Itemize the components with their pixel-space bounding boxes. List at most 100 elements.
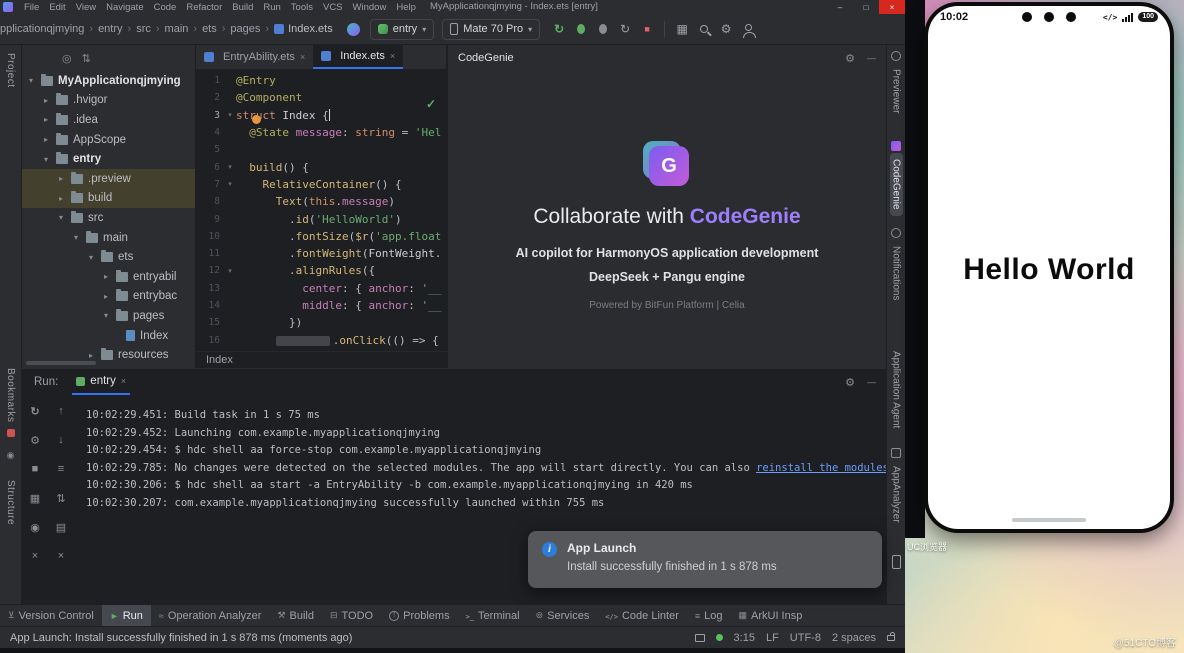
- tool-tab-application-agent[interactable]: Application Agent: [890, 345, 903, 434]
- codegenie-toolbar-icon[interactable]: [347, 23, 360, 36]
- stop-icon[interactable]: [27, 461, 43, 477]
- close-icon[interactable]: [390, 51, 395, 61]
- menu-vcs[interactable]: VCS: [318, 2, 348, 13]
- tree-item-entrybackupability[interactable]: entrybac: [22, 287, 195, 307]
- pin-icon[interactable]: [6, 450, 16, 460]
- run-tab-entry[interactable]: entry: [72, 369, 130, 395]
- search-everywhere-button[interactable]: [693, 19, 715, 39]
- down-arrow-icon[interactable]: [53, 432, 69, 448]
- chevron-right-icon[interactable]: [101, 272, 111, 281]
- inspection-ok-icon[interactable]: [426, 97, 436, 111]
- tool-tab-version-control[interactable]: Version Control: [0, 605, 102, 627]
- chevron-right-icon[interactable]: [41, 115, 51, 124]
- tree-item-hvigor[interactable]: .hvigor: [22, 91, 195, 111]
- tree-item-ets[interactable]: ets: [22, 247, 195, 267]
- print-icon[interactable]: [53, 519, 69, 535]
- line-separator-widget[interactable]: LF: [766, 632, 779, 644]
- maximize-button[interactable]: [853, 0, 879, 14]
- memory-indicator[interactable]: 3:15: [734, 632, 755, 644]
- hide-panel-icon[interactable]: [867, 376, 876, 388]
- edit-configuration-icon[interactable]: [27, 432, 43, 448]
- tree-item-index-file[interactable]: Index: [22, 326, 195, 346]
- tool-tab-code-linter[interactable]: Code Linter: [597, 605, 687, 627]
- minimize-button[interactable]: [827, 0, 853, 14]
- tab-entryability[interactable]: EntryAbility.ets: [196, 45, 313, 69]
- device-manager-icon[interactable]: [671, 19, 693, 39]
- tool-tab-todo[interactable]: TODO: [322, 605, 381, 627]
- tree-item-project-root[interactable]: MyApplicationqjmying: [22, 71, 195, 91]
- tool-tab-project[interactable]: Project: [5, 53, 16, 88]
- chevron-right-icon[interactable]: [41, 135, 51, 144]
- breadcrumb-pages[interactable]: pages: [230, 23, 274, 35]
- tool-tab-operation-analyzer[interactable]: Operation Analyzer: [151, 605, 270, 627]
- lock-icon[interactable]: [887, 635, 895, 641]
- clear-icon[interactable]: [27, 548, 43, 564]
- menu-refactor[interactable]: Refactor: [181, 2, 227, 13]
- tool-tab-problems[interactable]: !Problems: [381, 605, 457, 627]
- bell-icon[interactable]: [891, 228, 901, 238]
- menu-view[interactable]: View: [71, 2, 101, 13]
- tab-index[interactable]: Index.ets: [313, 45, 403, 69]
- chevron-down-icon[interactable]: [26, 76, 36, 85]
- tool-tab-notifications[interactable]: Notifications: [890, 240, 903, 306]
- tool-tab-build[interactable]: Build: [269, 605, 322, 627]
- menu-run[interactable]: Run: [258, 2, 285, 13]
- breadcrumb-file[interactable]: Index.ets: [274, 23, 333, 35]
- reinstall-modules-link[interactable]: reinstall the modules.: [756, 462, 886, 474]
- layout-icon[interactable]: [27, 490, 43, 506]
- attach-debugger-button[interactable]: [592, 19, 614, 39]
- tree-item-entry[interactable]: entry: [22, 149, 195, 169]
- screen-cast-icon[interactable]: [695, 634, 705, 642]
- breakpoint-icon[interactable]: [252, 115, 261, 124]
- run-configuration-select[interactable]: entry: [370, 19, 434, 40]
- chevron-right-icon[interactable]: [56, 194, 66, 203]
- menu-edit[interactable]: Edit: [44, 2, 70, 13]
- breadcrumb-entry[interactable]: entry: [98, 23, 136, 35]
- indent-widget[interactable]: 2 spaces: [832, 632, 876, 644]
- tree-item-build[interactable]: build: [22, 189, 195, 209]
- tree-item-appscope[interactable]: AppScope: [22, 130, 195, 150]
- restart-app-button[interactable]: [614, 19, 636, 39]
- stop-button[interactable]: [636, 19, 658, 39]
- close-button[interactable]: [879, 0, 905, 14]
- chevron-down-icon[interactable]: [56, 213, 66, 222]
- fold-icon[interactable]: [224, 111, 236, 119]
- locate-file-icon[interactable]: [62, 52, 72, 65]
- fold-icon[interactable]: [224, 180, 236, 188]
- fold-icon[interactable]: [224, 267, 236, 275]
- editor-breadcrumb[interactable]: Index: [196, 351, 447, 368]
- rerun-icon[interactable]: [27, 403, 43, 419]
- menu-help[interactable]: Help: [391, 2, 421, 13]
- scroll-to-end-icon[interactable]: [53, 490, 69, 506]
- app-analyzer-icon[interactable]: [891, 448, 901, 458]
- menu-file[interactable]: File: [19, 2, 44, 13]
- previewer-icon[interactable]: [891, 51, 901, 61]
- close-icon[interactable]: [300, 52, 305, 62]
- tree-item-preview[interactable]: .preview: [22, 169, 195, 189]
- status-message[interactable]: App Launch: Install successfully finishe…: [10, 632, 352, 644]
- phone-screen[interactable]: 10:02 </> 100 Hello World: [928, 6, 1170, 529]
- tool-tab-services[interactable]: Services: [528, 605, 598, 627]
- tree-item-main[interactable]: main: [22, 228, 195, 248]
- breadcrumb-src[interactable]: src: [136, 23, 164, 35]
- menu-navigate[interactable]: Navigate: [101, 2, 149, 13]
- chevron-right-icon[interactable]: [56, 174, 66, 183]
- menu-code[interactable]: Code: [149, 2, 182, 13]
- breadcrumb-main[interactable]: main: [165, 23, 203, 35]
- settings-button[interactable]: [715, 19, 737, 39]
- chevron-right-icon[interactable]: [86, 351, 96, 360]
- breadcrumb-project[interactable]: pplicationqjmying: [0, 23, 98, 35]
- device-select[interactable]: Mate 70 Pro: [442, 19, 540, 40]
- debug-button[interactable]: [570, 19, 592, 39]
- tool-tab-previewer[interactable]: Previewer: [890, 63, 903, 119]
- gear-icon[interactable]: [845, 52, 855, 65]
- bookmark-icon[interactable]: [6, 428, 16, 438]
- code-editor[interactable]: 1@Entry 2@Component 3struct Index { 4 @S…: [196, 69, 446, 349]
- tool-tab-bookmarks[interactable]: Bookmarks: [5, 368, 16, 423]
- chevron-down-icon[interactable]: [86, 253, 96, 262]
- chevron-down-icon[interactable]: [41, 155, 51, 164]
- chevron-down-icon[interactable]: [71, 233, 81, 242]
- encoding-widget[interactable]: UTF-8: [790, 632, 821, 644]
- chevron-right-icon[interactable]: [41, 96, 51, 105]
- hide-panel-icon[interactable]: [867, 52, 876, 64]
